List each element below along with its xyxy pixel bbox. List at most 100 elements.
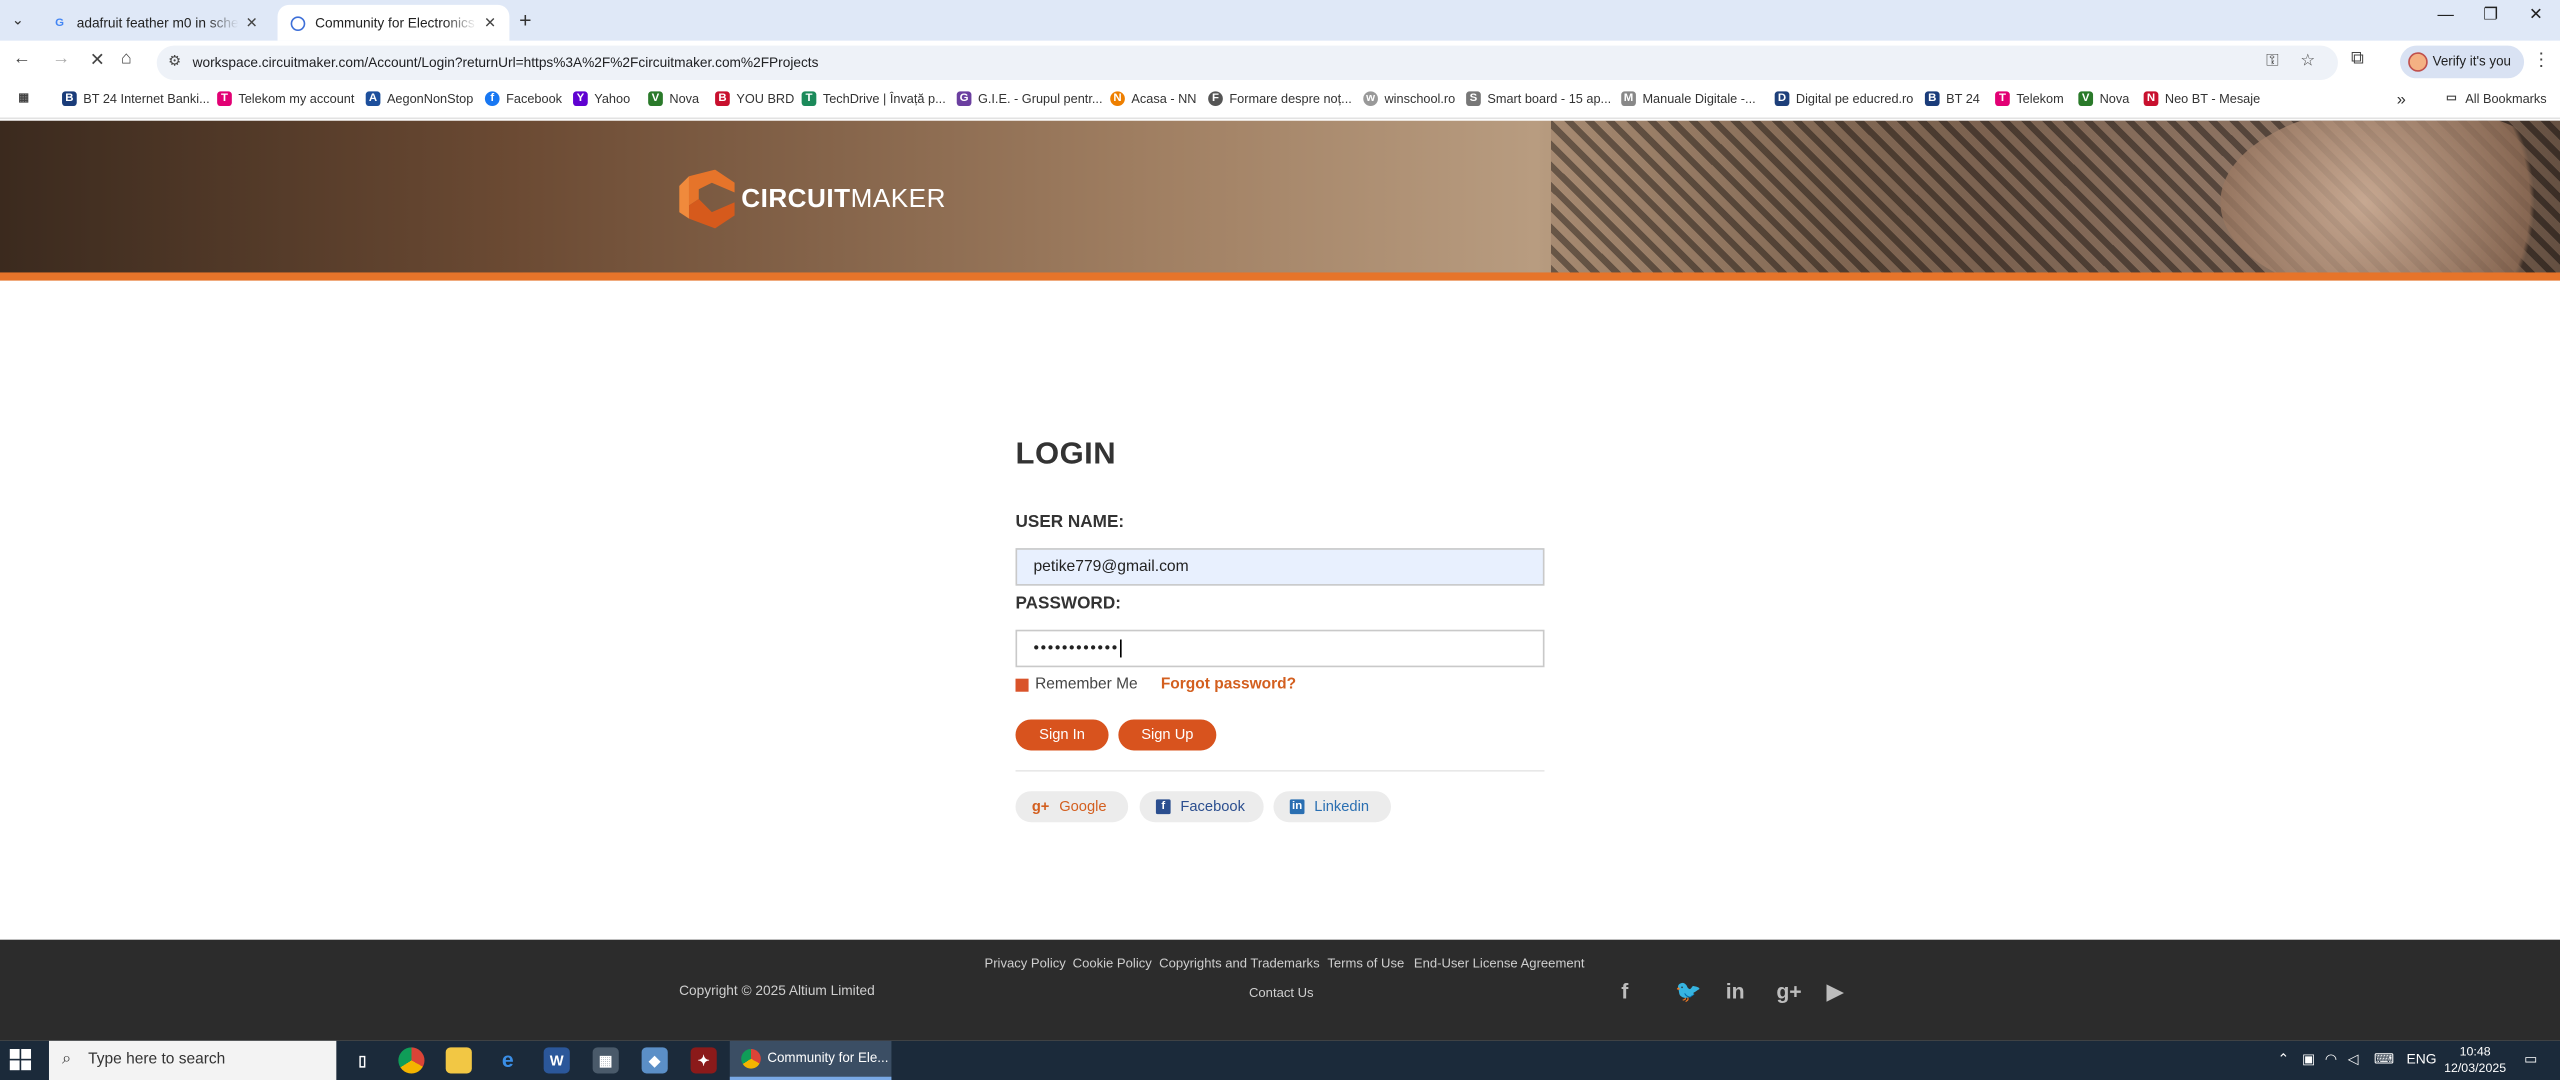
bookmark-item[interactable]: N Acasa - NN — [1110, 91, 1197, 107]
bookmark-item[interactable]: T Telekom my account — [217, 91, 354, 107]
divider — [1015, 770, 1545, 772]
stop-loading-icon[interactable]: ✕ — [90, 49, 105, 71]
remember-me-checkbox[interactable]: Remember Me — [1015, 675, 1138, 694]
address-bar[interactable]: ⚙ workspace.circuitmaker.com/Account/Log… — [156, 45, 2338, 80]
close-tab-icon[interactable]: ✕ — [484, 14, 496, 32]
telekom-icon: T — [217, 91, 232, 107]
minimize-icon[interactable]: — — [2438, 7, 2454, 25]
linkedin-icon[interactable]: in — [1726, 979, 1745, 1003]
volume-icon[interactable]: ◁ — [2348, 1051, 2359, 1069]
chrome-icon[interactable] — [398, 1047, 425, 1074]
wifi-icon[interactable]: ◠ — [2325, 1051, 2337, 1069]
aegon-icon: A — [365, 91, 381, 107]
sign-in-button[interactable]: Sign In — [1015, 719, 1109, 751]
keyboard-icon[interactable]: ⌨ — [2374, 1051, 2394, 1069]
google-favicon-icon: G — [55, 17, 65, 29]
all-bookmarks-folder[interactable]: ▭ All Bookmarks — [2444, 91, 2547, 106]
site-info-icon[interactable]: ⚙ — [168, 52, 181, 70]
network-icon[interactable]: ▣ — [2302, 1051, 2315, 1069]
bookmark-item[interactable]: D Digital pe educred.ro — [1774, 91, 1913, 107]
bookmark-item[interactable]: V Nova — [648, 91, 699, 107]
tab-adafruit[interactable]: G adafruit feather m0 in schemati ✕ — [39, 5, 271, 41]
bookmark-item[interactable]: M Manuale Digitale -... — [1621, 91, 1756, 107]
taskbar-clock[interactable]: 10:48 12/03/2025 — [2444, 1044, 2506, 1077]
formare-icon: F — [1208, 91, 1223, 107]
bookmark-item[interactable]: N Neo BT - Mesaje — [2143, 91, 2260, 107]
educred-icon: D — [1774, 91, 1790, 107]
bookmark-item[interactable]: B BT 24 Internet Banki... — [62, 91, 210, 107]
profile-avatar — [2408, 52, 2428, 72]
linkedin-login-button[interactable]: in Linkedin — [1273, 791, 1392, 823]
bookmark-item[interactable]: V Nova — [2078, 91, 2129, 107]
task-view-icon[interactable]: ▯ — [349, 1047, 375, 1073]
sign-up-button[interactable]: Sign Up — [1118, 719, 1217, 751]
tab-strip: ⌄ G adafruit feather m0 in schemati ✕ Co… — [0, 0, 2560, 41]
back-icon[interactable]: ← — [13, 49, 31, 69]
file-explorer-icon[interactable] — [445, 1047, 472, 1074]
tab-search-chevron-icon[interactable]: ⌄ — [8, 10, 28, 30]
chevron-up-icon[interactable]: ⌃ — [2278, 1051, 2290, 1069]
search-icon: ⌕ — [62, 1050, 72, 1069]
calculator-icon[interactable]: ▦ — [592, 1047, 619, 1074]
apps-grid-icon[interactable]: ▦ — [16, 91, 37, 106]
bookmark-item[interactable]: w winschool.ro — [1363, 91, 1455, 107]
taskbar-search-box[interactable]: ⌕ Type here to search — [48, 1040, 337, 1080]
menu-kebab-icon[interactable]: ⋮ — [2532, 49, 2550, 71]
verify-profile-button[interactable]: Verify it's you — [2399, 45, 2525, 79]
home-icon[interactable]: ⌂ — [121, 49, 132, 69]
password-input[interactable]: •••••••••••• — [1015, 629, 1545, 668]
bookmark-item[interactable]: B YOU BRD — [715, 91, 794, 107]
internet-explorer-icon[interactable]: e — [495, 1047, 521, 1073]
footer-link-copyrights[interactable]: Copyrights and Trademarks — [1159, 956, 1319, 971]
bookmark-item[interactable]: f Facebook — [484, 91, 562, 107]
checkbox-icon[interactable] — [1015, 677, 1029, 691]
windows-start-icon[interactable] — [9, 1049, 33, 1072]
bookmark-star-icon[interactable]: ☆ — [2300, 52, 2315, 70]
google-login-button[interactable]: g+ Google — [1015, 791, 1129, 823]
word-icon[interactable]: W — [543, 1047, 570, 1074]
footer-link-eula[interactable]: End-User License Agreement — [1414, 956, 1585, 971]
clock-date: 12/03/2025 — [2444, 1060, 2507, 1076]
extensions-icon[interactable]: ⧉ — [2351, 49, 2364, 70]
app-icon[interactable]: ✦ — [690, 1047, 717, 1074]
remember-me-label: Remember Me — [1035, 675, 1138, 694]
bookmark-item[interactable]: S Smart board - 15 ap... — [1466, 91, 1611, 107]
tab-circuitmaker[interactable]: Community for Electronics Mak ✕ — [277, 4, 510, 41]
more-bookmarks-icon[interactable]: » — [2397, 91, 2406, 109]
copyright-text: Copyright © 2025 Altium Limited — [679, 982, 875, 999]
twitter-icon[interactable]: 🐦 — [1675, 979, 1701, 1005]
footer-link-privacy[interactable]: Privacy Policy — [984, 956, 1065, 971]
bookmark-item[interactable]: Y Yahoo — [573, 91, 630, 107]
forgot-password-link[interactable]: Forgot password? — [1161, 675, 1296, 693]
new-tab-icon[interactable]: + — [519, 8, 531, 32]
bookmarks-bar: ▦ B BT 24 Internet Banki... T Telekom my a… — [0, 83, 2560, 120]
restore-icon[interactable]: ❐ — [2483, 7, 2498, 25]
bookmark-item[interactable]: G G.I.E. - Grupul pentr... — [956, 91, 1102, 107]
bookmark-item[interactable]: T TechDrive | Învață p... — [801, 91, 946, 107]
chrome-icon — [741, 1049, 761, 1069]
password-key-icon[interactable]: ⚿ — [2266, 52, 2278, 70]
circuitmaker-logo[interactable]: CIRCUITMAKER — [679, 168, 946, 233]
language-indicator[interactable]: ENG — [2407, 1051, 2437, 1067]
footer-link-terms[interactable]: Terms of Use — [1327, 956, 1404, 971]
bt24-icon: B — [1924, 91, 1940, 107]
google-plus-icon[interactable]: g+ — [1776, 979, 1801, 1003]
facebook-login-button[interactable]: f Facebook — [1139, 791, 1264, 823]
close-tab-icon[interactable]: ✕ — [246, 14, 258, 32]
footer-link-cookie[interactable]: Cookie Policy — [1073, 956, 1152, 971]
logo-text: CIRCUITMAKER — [741, 185, 946, 214]
bookmark-item[interactable]: T Telekom — [1995, 91, 2064, 107]
notification-icon[interactable]: ▭ — [2524, 1051, 2537, 1069]
close-window-icon[interactable]: ✕ — [2529, 7, 2543, 25]
facebook-icon[interactable]: f — [1621, 979, 1628, 1003]
taskbar-active-window[interactable]: Community for Ele... — [729, 1040, 892, 1080]
forward-icon[interactable]: → — [52, 49, 70, 69]
footer-link-contact[interactable]: Contact Us — [1249, 985, 1314, 1000]
google-label: Google — [1059, 797, 1107, 815]
username-input[interactable]: petike779@gmail.com — [1015, 548, 1545, 586]
youtube-icon[interactable]: ▶ — [1827, 979, 1843, 1005]
bookmark-item[interactable]: A AegonNonStop — [365, 91, 473, 107]
bookmark-item[interactable]: B BT 24 — [1924, 91, 1980, 107]
app-icon[interactable]: ◆ — [641, 1047, 668, 1074]
bookmark-item[interactable]: F Formare despre noț... — [1208, 91, 1352, 107]
